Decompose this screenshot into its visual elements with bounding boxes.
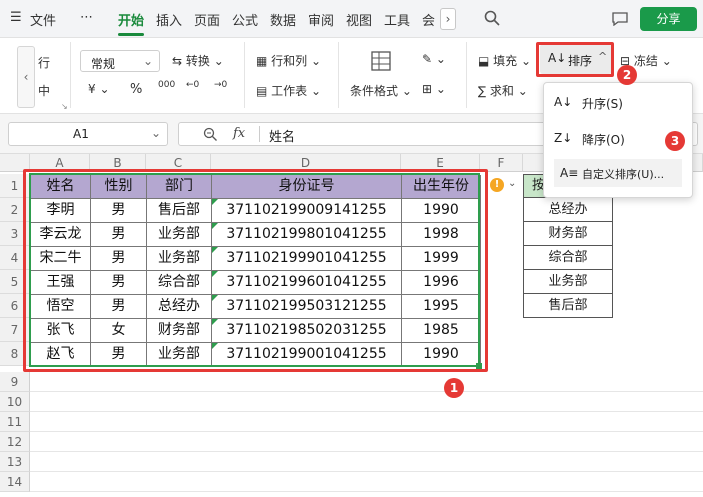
tab-insert[interactable]: 插入 (156, 10, 182, 29)
sort-desc-label: 降序(O) (582, 133, 625, 147)
row-header[interactable]: 13 (0, 452, 30, 472)
row-header[interactable]: 12 (0, 432, 30, 452)
freeze-label: 冻结 (633, 54, 658, 68)
custom-sort-item[interactable]: A≡ 自定义排序(U)... (554, 159, 682, 187)
border-icon: ⊞ (422, 82, 433, 96)
grid-line (30, 431, 703, 432)
active-tab-underline (118, 33, 144, 36)
number-format-value: 常规 (91, 57, 116, 71)
formula-content: 姓名 (269, 130, 296, 145)
tab-view[interactable]: 视图 (346, 10, 372, 29)
worksheet-label: 工作表 (271, 84, 308, 98)
convert-label: 转换 (185, 54, 210, 68)
currency-button[interactable]: ¥ ⌄ (88, 82, 110, 96)
chevron-down-icon: ⌄ (142, 54, 153, 68)
tab-review[interactable]: 审阅 (308, 10, 334, 29)
worksheet-icon: ▤ (256, 84, 272, 98)
tab-page[interactable]: 页面 (194, 10, 220, 29)
fill-button[interactable]: ⬓ 填充 ⌄ (478, 52, 531, 69)
cell-style-button[interactable]: ✎ ⌄ (422, 52, 446, 66)
highlight-sort-button (536, 42, 614, 77)
annotation-badge-3: 3 (665, 131, 685, 151)
grid-line (30, 451, 703, 452)
tab-formula[interactable]: 公式 (232, 10, 258, 29)
sort-asc-icon: A↓ (554, 95, 573, 109)
sum-icon: ∑ (478, 84, 490, 98)
cell-style-icon: ✎ (422, 52, 433, 66)
side-cell[interactable]: 综合部 (523, 246, 613, 270)
ribbon-divider (70, 42, 71, 108)
rows-cols-icon: ▦ (256, 54, 272, 68)
conditional-format-icon[interactable] (370, 50, 392, 72)
conditional-format-button[interactable]: 条件格式 ⌄ (350, 82, 412, 99)
convert-button[interactable]: ⇆ 转换 ⌄ (172, 52, 224, 69)
chevron-down-icon[interactable]: ⌄ (508, 178, 516, 189)
custom-sort-icon: A≡ (560, 166, 579, 180)
grid-line (30, 491, 703, 492)
chevron-right-icon[interactable]: › (440, 8, 456, 30)
search-icon[interactable] (484, 10, 500, 26)
formula-divider (259, 126, 260, 142)
more-icon[interactable]: ⋯ (80, 10, 93, 25)
name-box[interactable]: A1 ⌄ (8, 122, 168, 146)
share-button[interactable]: 分享 (640, 7, 697, 31)
cell-reference: A1 (73, 127, 89, 141)
tab-tools[interactable]: 工具 (384, 10, 410, 29)
conditional-format-label: 条件格式 (350, 84, 399, 98)
convert-icon: ⇆ (172, 54, 186, 68)
row-header[interactable]: 9 (0, 372, 30, 392)
ribbon-partial-bottom[interactable]: 中 (38, 82, 50, 99)
ribbon-divider (466, 42, 467, 108)
decrease-decimal-button[interactable]: →0 (214, 80, 227, 90)
row-header[interactable]: 11 (0, 412, 30, 432)
chevron-down-icon: ⌄ (150, 126, 161, 140)
zoom-icon[interactable] (203, 127, 218, 142)
ribbon-divider (338, 42, 339, 108)
percent-button[interactable]: % (130, 82, 142, 97)
rows-cols-label: 行和列 (271, 54, 308, 68)
annotation-badge-2: 2 (617, 65, 637, 85)
grid-line (30, 411, 703, 412)
side-cell[interactable]: 业务部 (523, 270, 613, 294)
comment-icon[interactable] (611, 10, 629, 26)
warning-icon[interactable]: ! (490, 178, 504, 192)
dialog-launcher-icon[interactable]: ↘ (61, 102, 68, 111)
tab-data[interactable]: 数据 (270, 10, 296, 29)
menu-bar: ☰ 文件 ⋯ 开始 插入 页面 公式 数据 审阅 视图 工具 会 › 分享 (0, 0, 703, 38)
currency-label: ¥ (88, 82, 96, 96)
grid-line (30, 471, 703, 472)
sort-desc-icon: Z↓ (554, 131, 573, 145)
fill-icon: ⬓ (478, 54, 494, 68)
rows-cols-button[interactable]: ▦ 行和列 ⌄ (256, 52, 321, 69)
hamburger-icon[interactable]: ☰ (10, 10, 22, 25)
tab-member[interactable]: 会 (422, 10, 435, 29)
annotation-badge-1: 1 (444, 378, 464, 398)
sum-label: 求和 (489, 84, 514, 98)
fill-label: 填充 (493, 54, 518, 68)
custom-sort-label: 自定义排序(U)... (582, 168, 665, 181)
number-format-select[interactable]: 常规 ⌄ (80, 50, 160, 72)
row-header[interactable]: 14 (0, 472, 30, 492)
side-cell[interactable]: 总经办 (523, 198, 613, 222)
border-button[interactable]: ⊞ ⌄ (422, 82, 446, 96)
highlight-table (23, 169, 488, 372)
ribbon-divider (244, 42, 245, 108)
sort-asc-label: 升序(S) (582, 97, 623, 111)
tab-home[interactable]: 开始 (118, 10, 144, 29)
file-menu[interactable]: 文件 (30, 10, 56, 29)
ribbon-scroll-left-button[interactable]: ‹ (17, 46, 35, 108)
grid-line (30, 391, 703, 392)
thousands-button[interactable]: 000 (158, 80, 175, 90)
side-cell[interactable]: 售后部 (523, 294, 613, 318)
increase-decimal-button[interactable]: ←0 (186, 80, 199, 90)
fx-icon[interactable]: fx (233, 126, 245, 141)
side-cell[interactable]: 财务部 (523, 222, 613, 246)
sum-button[interactable]: ∑ 求和 ⌄ (478, 82, 528, 99)
ribbon-partial-top[interactable]: 行 (38, 54, 50, 71)
share-label: 分享 (656, 12, 681, 26)
worksheet-button[interactable]: ▤ 工作表 ⌄ (256, 82, 321, 99)
row-header[interactable]: 10 (0, 392, 30, 412)
sort-ascending-item[interactable]: A↓ 升序(S) (544, 89, 692, 115)
